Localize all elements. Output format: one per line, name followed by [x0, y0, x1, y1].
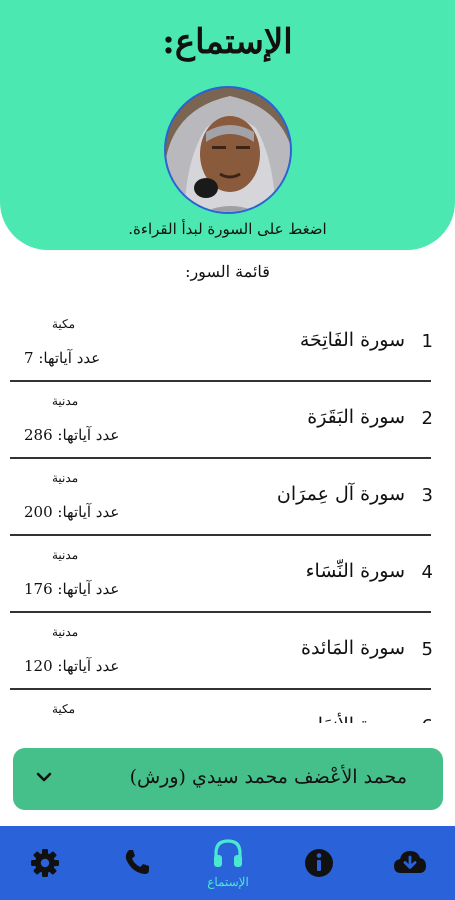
reciter-name: محمد الأعْضف محمد سيدي (ورش)	[129, 766, 407, 788]
nav-download-button[interactable]	[375, 826, 445, 900]
surah-list[interactable]: 1 سورة الفَاتِحَة مكية عدد آياتها: 7 2 س…	[0, 305, 455, 723]
surah-row[interactable]: 4 سورة النِّسَاء مدنية عدد آياتها: 176	[10, 536, 433, 613]
surah-number: 3	[421, 485, 433, 506]
surah-number: 6	[422, 716, 433, 723]
reciter-avatar	[164, 86, 292, 214]
nav-listening-label: الإستماع	[207, 875, 249, 889]
surah-verse-count: عدد آياتها: 7	[24, 349, 101, 367]
nav-settings-button[interactable]	[10, 826, 80, 900]
surah-name: سورة الفَاتِحَة	[299, 329, 405, 351]
surah-name: سورة آل عِمرَان	[276, 483, 405, 505]
surah-number: 4	[421, 562, 433, 583]
surah-type: مكية	[52, 702, 76, 716]
bottom-nav: الإستماع	[0, 826, 455, 900]
surah-type: مدنية	[52, 394, 79, 408]
surah-row[interactable]: 3 سورة آل عِمرَان مدنية عدد آياتها: 200	[10, 459, 433, 536]
surah-number: 1	[421, 331, 433, 352]
surah-name: سورة البَقَرَة	[307, 406, 405, 428]
surah-name: سورة الأنعَام	[306, 714, 405, 723]
surah-type: مدنية	[52, 625, 79, 639]
page-title: الإستماع:	[162, 22, 293, 62]
surah-number: 2	[421, 408, 433, 429]
surah-verse-count: عدد آياتها: 286	[24, 426, 120, 444]
nav-info-button[interactable]	[284, 826, 354, 900]
surah-type: مدنية	[52, 471, 79, 485]
surah-verse-count: عدد آياتها: 200	[24, 503, 120, 521]
surah-row[interactable]: 1 سورة الفَاتِحَة مكية عدد آياتها: 7	[10, 305, 433, 382]
nav-contact-button[interactable]	[102, 826, 172, 900]
instruction-text: اضغط على السورة لبدأ القراءة.	[128, 220, 327, 238]
surah-number: 5	[421, 639, 433, 660]
surah-list-heading: قائمة السور:	[185, 262, 270, 281]
nav-listening-button[interactable]: الإستماع	[193, 826, 263, 900]
surah-type: مدنية	[52, 548, 79, 562]
header: الإستماع: اضغط على السورة لبدأ القراءة.	[0, 0, 455, 250]
surah-name: سورة المَائدة	[301, 637, 405, 659]
surah-row[interactable]: 5 سورة المَائدة مدنية عدد آياتها: 120	[10, 613, 433, 690]
chevron-down-icon	[35, 768, 53, 786]
surah-type: مكية	[52, 317, 76, 331]
reciter-dropdown[interactable]: محمد الأعْضف محمد سيدي (ورش)	[13, 748, 443, 810]
surah-row[interactable]: 6 سورة الأنعَام مكية	[10, 690, 433, 723]
surah-row[interactable]: 2 سورة البَقَرَة مدنية عدد آياتها: 286	[10, 382, 433, 459]
surah-name: سورة النِّسَاء	[305, 560, 405, 582]
surah-verse-count: عدد آياتها: 120	[24, 657, 120, 675]
surah-verse-count: عدد آياتها: 176	[24, 580, 120, 598]
